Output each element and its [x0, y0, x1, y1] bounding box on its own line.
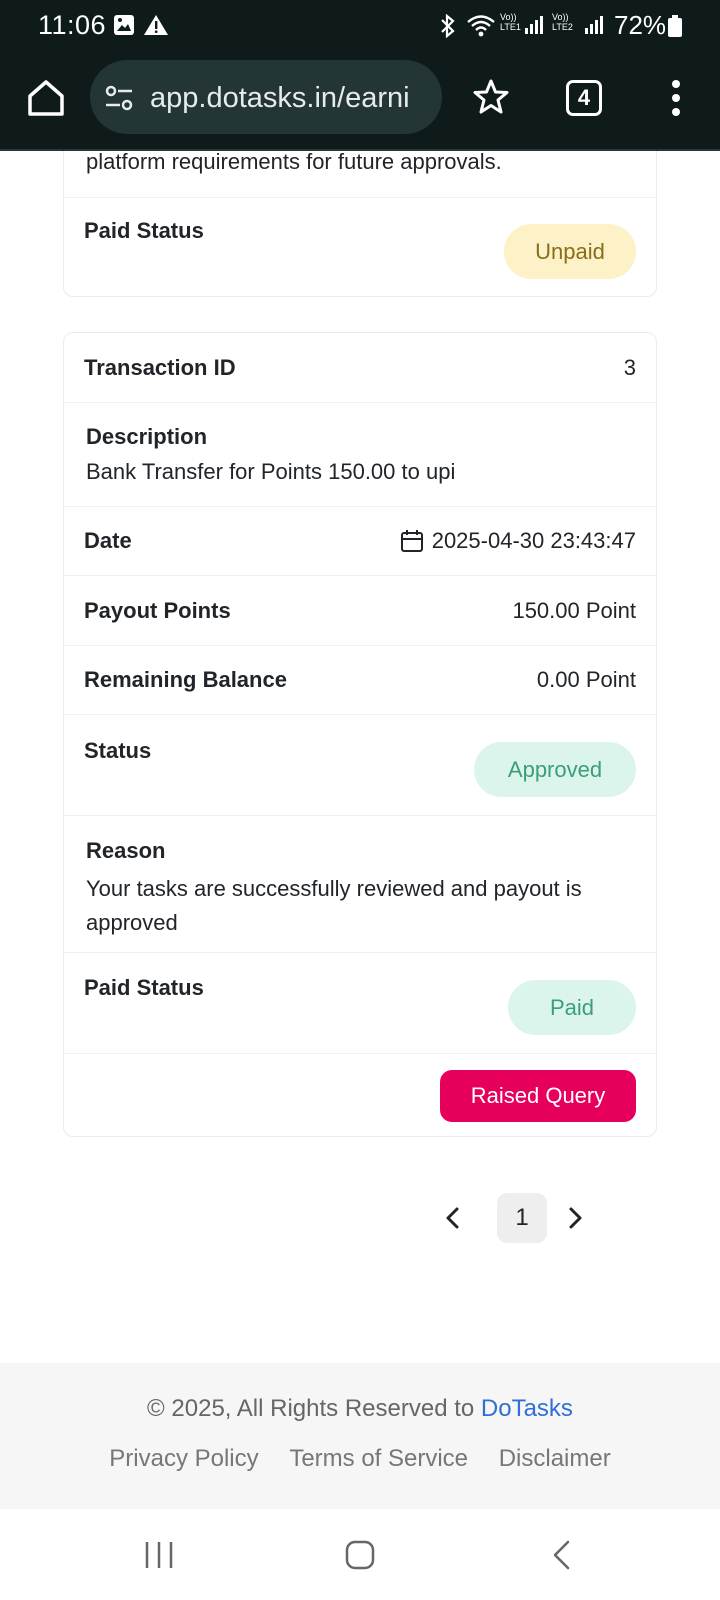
- description-row: Description Bank Transfer for Points 150…: [64, 403, 656, 507]
- pagination: 1: [440, 1193, 600, 1243]
- date-value-wrap: 2025-04-30 23:43:47: [400, 528, 636, 554]
- bookmark-star-icon[interactable]: [472, 78, 510, 116]
- home-nav-icon[interactable]: [344, 1539, 376, 1571]
- brand-link[interactable]: DoTasks: [481, 1395, 573, 1422]
- site-settings-icon[interactable]: [104, 84, 134, 112]
- warning-notification-icon: [144, 15, 168, 35]
- reason-text: platform requirements for future approva…: [86, 151, 502, 174]
- date-value: 2025-04-30 23:43:47: [431, 528, 636, 553]
- payout-points-label: Payout Points: [84, 597, 231, 623]
- signal-sim2-icon: [585, 16, 603, 34]
- copyright: © 2025, All Rights Reserved to DoTasks: [0, 1395, 720, 1423]
- back-icon[interactable]: [550, 1539, 572, 1571]
- status-label: Status: [84, 738, 152, 763]
- payout-points-row: Payout Points 150.00 Point: [64, 576, 656, 646]
- gallery-notification-icon: [114, 15, 134, 35]
- remaining-balance-label: Remaining Balance: [84, 667, 287, 692]
- sim2-indicator: Vo)) LTE2: [552, 12, 573, 32]
- overflow-menu-icon[interactable]: [664, 78, 688, 118]
- battery-percent: 72%: [614, 10, 667, 40]
- recents-icon[interactable]: [144, 1539, 174, 1571]
- status-bar: 11:06 Vo)) LTE1 Vo)) LTE2 72%: [0, 0, 720, 52]
- page-content: platform requirements for future approva…: [0, 151, 720, 1363]
- browser-toolbar: app.dotasks.in/earni 4: [0, 52, 720, 151]
- paid-status-row: Paid Status Paid: [64, 953, 656, 1054]
- url-text[interactable]: app.dotasks.in/earni: [150, 82, 434, 115]
- transaction-id-row: Transaction ID 3: [64, 333, 656, 403]
- clock: 11:06: [38, 10, 107, 40]
- disclaimer-link[interactable]: Disclaimer: [499, 1445, 611, 1472]
- calendar-icon: [400, 530, 423, 552]
- description-label: Description: [86, 424, 208, 449]
- raised-query-button[interactable]: Raised Query: [440, 1070, 636, 1122]
- paid-status-row: Paid Status Unpaid: [64, 198, 656, 296]
- transaction-card-previous: platform requirements for future approva…: [63, 151, 657, 297]
- reason-value: Your tasks are successfully reviewed and…: [86, 876, 582, 935]
- approved-badge: Approved: [474, 742, 636, 797]
- reason-row: Reason Your tasks are successfully revie…: [64, 816, 656, 953]
- system-nav-bar: [0, 1509, 720, 1600]
- description-value: Bank Transfer for Points 150.00 to upi: [86, 459, 456, 484]
- battery-icon: [668, 15, 682, 37]
- paid-status-label: Paid Status: [84, 975, 204, 1000]
- home-icon[interactable]: [24, 76, 68, 120]
- chevron-left-icon[interactable]: [440, 1205, 466, 1231]
- terms-of-service-link[interactable]: Terms of Service: [289, 1445, 468, 1472]
- unpaid-badge: Unpaid: [504, 224, 636, 279]
- paid-status-label: Paid Status: [84, 218, 204, 243]
- paid-badge: Paid: [508, 980, 636, 1035]
- remaining-balance-value: 0.00 Point: [536, 667, 636, 692]
- signal-sim1-icon: [525, 16, 543, 34]
- date-label: Date: [84, 528, 132, 553]
- status-row: Status Approved: [64, 715, 656, 816]
- reason-label: Reason: [86, 838, 166, 863]
- payout-points-value: 150.00 Point: [512, 597, 636, 623]
- transaction-id-value: 3: [623, 354, 636, 380]
- transaction-id-label: Transaction ID: [84, 354, 236, 380]
- tab-switcher-button[interactable]: 4: [566, 80, 602, 116]
- copyright-text: © 2025, All Rights Reserved to: [147, 1395, 475, 1422]
- site-footer: © 2025, All Rights Reserved to DoTasks P…: [0, 1363, 720, 1509]
- privacy-policy-link[interactable]: Privacy Policy: [109, 1445, 258, 1472]
- bluetooth-icon: [441, 14, 455, 38]
- sim1-indicator: Vo)) LTE1: [500, 12, 521, 32]
- page-number-button[interactable]: 1: [497, 1193, 547, 1243]
- wifi-icon: [467, 15, 495, 37]
- footer-links: Privacy Policy Terms of Service Disclaim…: [0, 1445, 720, 1473]
- reason-row: platform requirements for future approva…: [64, 151, 656, 198]
- remaining-balance-row: Remaining Balance 0.00 Point: [64, 646, 656, 715]
- chevron-right-icon[interactable]: [562, 1205, 588, 1231]
- address-bar[interactable]: app.dotasks.in/earni: [90, 60, 442, 134]
- actions-row: Raised Query: [64, 1054, 656, 1138]
- date-row: Date 2025-04-30 23:43:47: [64, 507, 656, 576]
- transaction-card: Transaction ID 3 Description Bank Transf…: [63, 332, 657, 1137]
